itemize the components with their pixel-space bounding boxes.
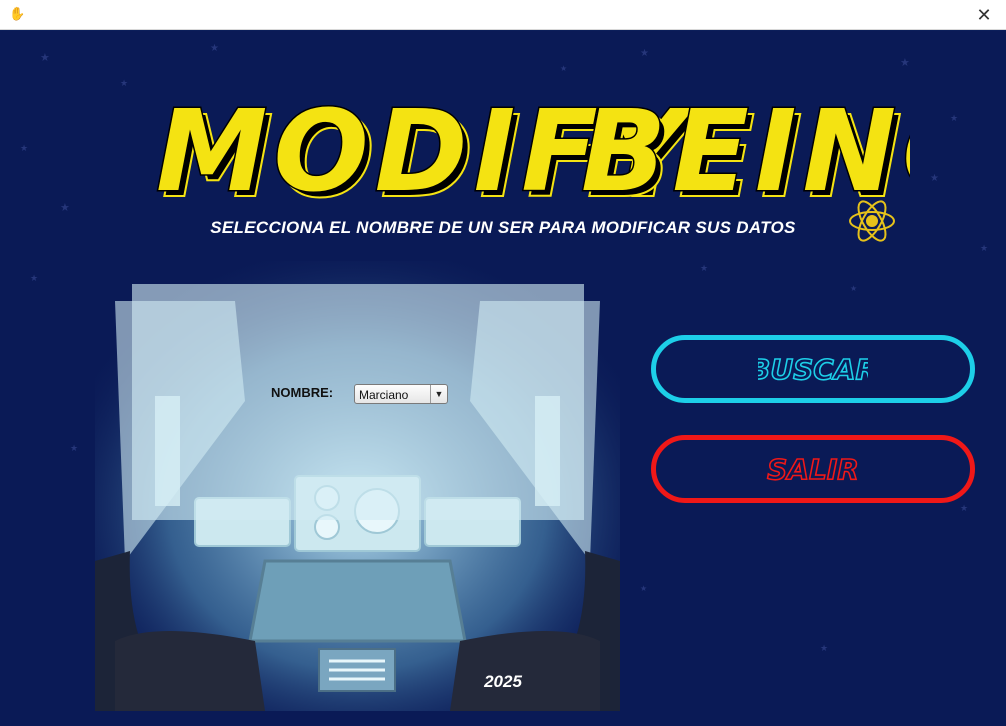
- svg-text:★: ★: [20, 143, 28, 153]
- page-subtitle: SELECCIONA EL NOMBRE DE UN SER PARA MODI…: [210, 218, 796, 237]
- window-titlebar: ✋ ✕: [0, 0, 1006, 30]
- svg-text:★: ★: [900, 57, 910, 69]
- svg-text:★: ★: [820, 643, 828, 653]
- chevron-down-icon: ▼: [430, 385, 447, 403]
- exit-button[interactable]: SALIR: [651, 435, 975, 503]
- close-icon: ✕: [976, 4, 992, 26]
- svg-text:★: ★: [980, 243, 988, 253]
- svg-text:★: ★: [70, 443, 78, 453]
- title-right: BEING: [581, 87, 910, 217]
- svg-text:★: ★: [40, 52, 50, 64]
- svg-text:★: ★: [930, 173, 939, 184]
- svg-text:★: ★: [640, 584, 647, 593]
- svg-text:★: ★: [560, 64, 567, 73]
- svg-text:★: ★: [60, 202, 70, 214]
- search-button-label: BUSCAR: [758, 353, 868, 386]
- footer-year: 2025: [484, 672, 522, 691]
- search-button-label-art: BUSCAR: [758, 352, 868, 387]
- name-select-value: Marciano: [359, 388, 409, 402]
- name-label: NOMBRE:: [271, 385, 334, 400]
- exit-button-label-art: SALIR: [766, 452, 859, 487]
- hand-icon: ✋: [9, 6, 26, 21]
- exit-button-label: SALIR: [767, 453, 859, 486]
- svg-text:★: ★: [700, 263, 708, 273]
- svg-text:★: ★: [210, 43, 219, 54]
- name-select[interactable]: Marciano ▼: [354, 384, 448, 404]
- svg-text:★: ★: [960, 503, 968, 513]
- main-window: ★ ★ ★ ★ ★ ★ ★ ★ ★ ★ ★ ★ ★ ★ ★ ★ ★ ★ MODIFY MODIFY…: [0, 31, 1006, 726]
- close-button[interactable]: ✕: [962, 0, 1006, 30]
- svg-text:★: ★: [120, 78, 128, 88]
- svg-text:★: ★: [640, 48, 649, 59]
- svg-text:★: ★: [950, 113, 958, 123]
- svg-text:★: ★: [850, 284, 857, 293]
- search-button[interactable]: BUSCAR: [651, 335, 975, 403]
- svg-text:★: ★: [30, 273, 38, 283]
